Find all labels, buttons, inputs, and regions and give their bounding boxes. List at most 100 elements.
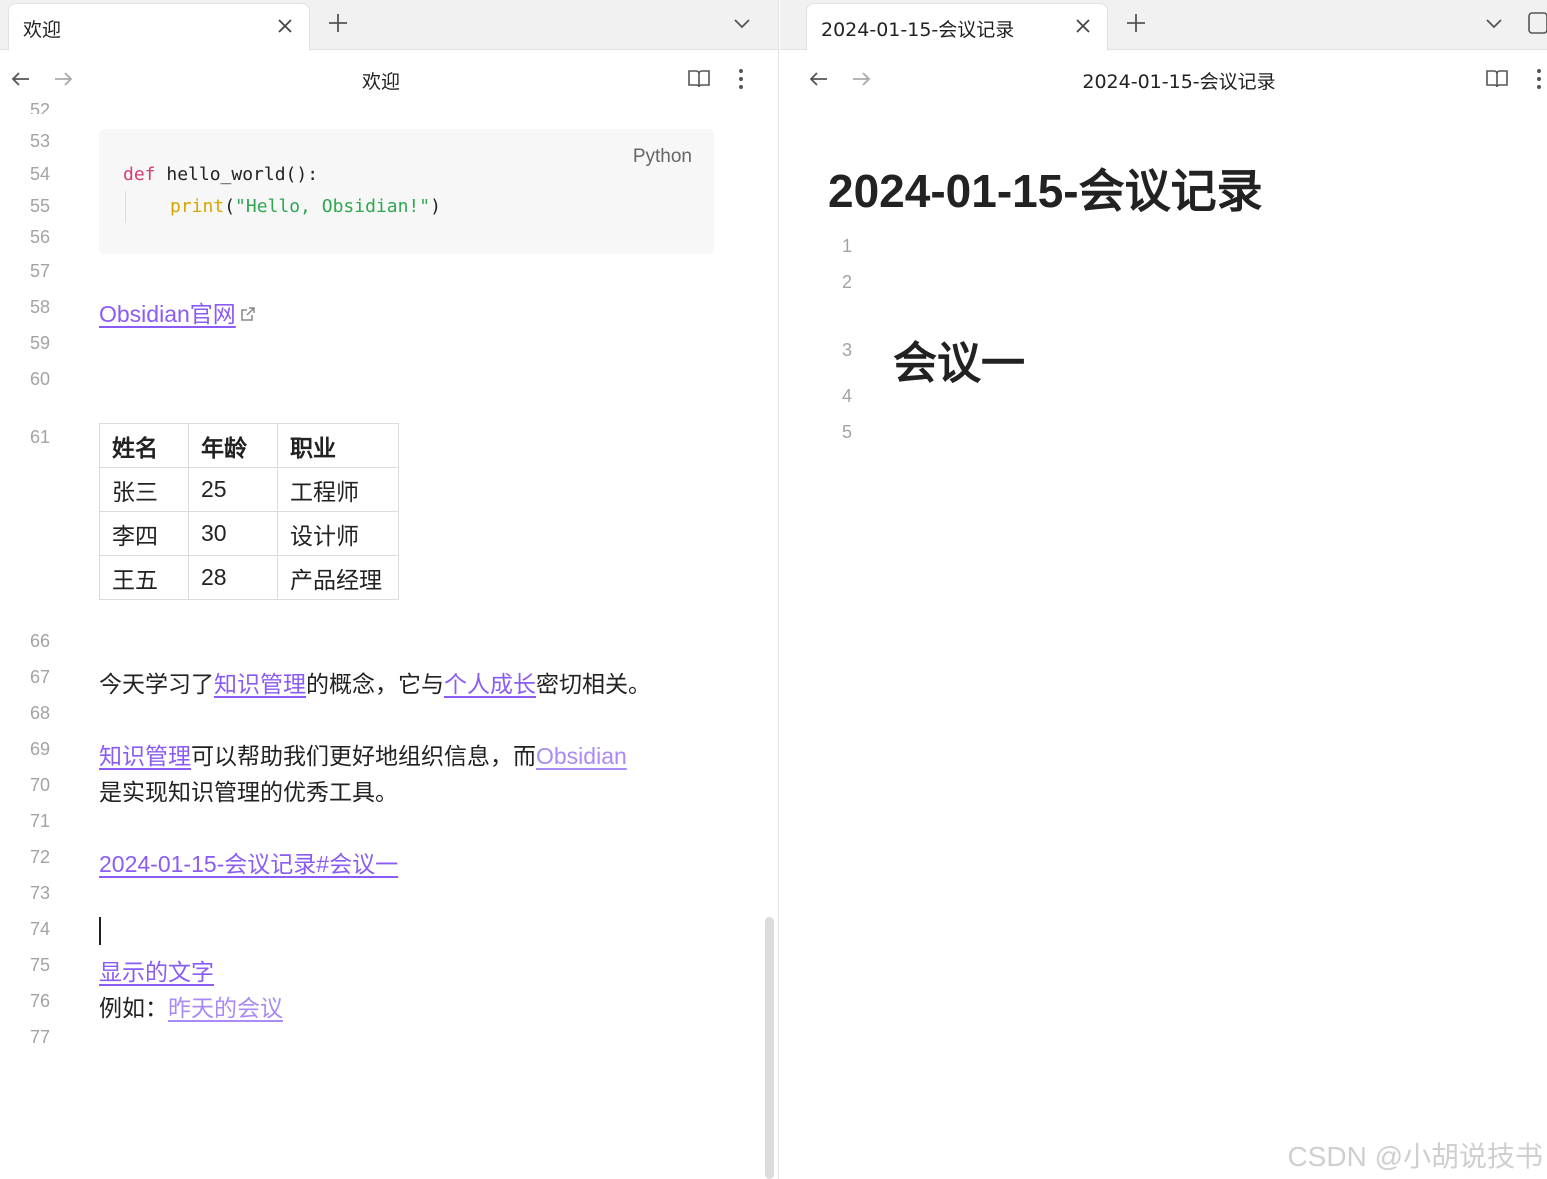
- line-number: 52: [30, 100, 51, 114]
- tab-title: 欢迎: [23, 19, 62, 41]
- view-header: 欢迎: [0, 51, 778, 107]
- table-cell[interactable]: 李四: [99, 511, 189, 556]
- note-title[interactable]: 2024-01-15-会议记录: [828, 155, 1263, 221]
- line-number: 2: [842, 272, 853, 292]
- line-number: 73: [30, 883, 51, 903]
- code-language-label: Python: [632, 146, 692, 167]
- editor-line: Obsidian官网: [99, 295, 258, 329]
- line-number: 58: [30, 297, 51, 317]
- tab-meeting-notes[interactable]: 2024-01-15-会议记录: [806, 3, 1108, 51]
- code-keyword: def: [123, 164, 156, 185]
- line-text: 的概念，它与: [306, 671, 444, 697]
- chevron-down-icon[interactable]: [729, 10, 755, 36]
- line-number: 57: [30, 261, 51, 281]
- line-number: 66: [30, 631, 51, 651]
- table-cell[interactable]: 王五: [99, 555, 189, 600]
- view-title: 2024-01-15-会议记录: [1082, 71, 1276, 93]
- line-number: 53: [30, 131, 51, 151]
- editor-line: 2024-01-15-会议记录#会议一: [99, 845, 398, 879]
- close-icon[interactable]: [274, 15, 296, 37]
- editor-line: 是实现知识管理的优秀工具。: [99, 779, 398, 805]
- table-header-cell[interactable]: 职业: [277, 423, 399, 468]
- line-number: 61: [30, 427, 51, 447]
- internal-link-knowledge-management[interactable]: 知识管理: [214, 671, 306, 697]
- editor-line: 例如：昨天的会议: [99, 989, 283, 1023]
- table-cell[interactable]: 张三: [99, 467, 189, 512]
- external-link-icon[interactable]: [238, 304, 258, 324]
- line-text: 密切相关。: [536, 671, 651, 697]
- internal-link-obsidian[interactable]: Obsidian: [536, 743, 627, 769]
- line-number: 70: [30, 775, 51, 795]
- editor-line: 知识管理可以帮助我们更好地组织信息，而Obsidian: [99, 737, 627, 771]
- line-number: 75: [30, 955, 51, 975]
- code-function: print: [170, 196, 225, 217]
- table-header-cell[interactable]: 姓名: [99, 423, 189, 468]
- table-row: 王五 28 产品经理: [99, 555, 399, 600]
- forward-arrow-icon[interactable]: [50, 66, 76, 92]
- close-icon[interactable]: [1072, 15, 1094, 37]
- internal-link-personal-growth[interactable]: 个人成长: [444, 671, 536, 697]
- line-number: 59: [30, 333, 51, 353]
- chevron-down-icon[interactable]: [1481, 10, 1507, 36]
- table-cell[interactable]: 28: [188, 555, 278, 600]
- alias-link-display-text[interactable]: 显示的文字: [99, 959, 214, 985]
- table-cell[interactable]: 30: [188, 511, 278, 556]
- line-number: 1: [842, 236, 853, 256]
- line-number: 72: [30, 847, 51, 867]
- line-number: 55: [30, 196, 51, 216]
- internal-link-knowledge-management[interactable]: 知识管理: [99, 743, 191, 769]
- text-cursor: [99, 917, 101, 945]
- table-header-row: 姓名 年龄 职业: [99, 423, 399, 468]
- tab-bar: 2024-01-15-会议记录: [780, 0, 1547, 51]
- back-arrow-icon[interactable]: [806, 66, 832, 92]
- line-number: 77: [30, 1027, 51, 1047]
- tab-welcome[interactable]: 欢迎: [8, 3, 310, 51]
- line-number: 69: [30, 739, 51, 759]
- markdown-table[interactable]: 姓名 年龄 职业 张三 25 工程师 李四 30 设计师 王五 28 产品经理: [99, 423, 399, 600]
- more-options-icon[interactable]: [728, 66, 754, 92]
- table-row: 张三 25 工程师: [99, 467, 399, 512]
- heading-link-meeting[interactable]: 2024-01-15-会议记录#会议一: [99, 851, 398, 877]
- left-editor-pane: 欢迎 欢迎 52 53 54 55 56 57 58 59 60 61 66 6…: [0, 0, 779, 1179]
- table-cell[interactable]: 25: [188, 467, 278, 512]
- editor-line: 今天学习了知识管理的概念，它与个人成长密切相关。: [99, 665, 651, 699]
- table-cell[interactable]: 产品经理: [277, 555, 399, 600]
- more-options-icon[interactable]: [1526, 66, 1547, 92]
- code-text: hello_world():: [155, 164, 319, 185]
- table-header-cell[interactable]: 年龄: [188, 423, 278, 468]
- table-cell[interactable]: 工程师: [277, 467, 399, 512]
- tab-bar: 欢迎: [0, 0, 778, 51]
- vertical-scrollbar[interactable]: [765, 917, 774, 1179]
- reading-view-book-icon[interactable]: [686, 66, 712, 92]
- right-editor-pane: 2024-01-15-会议记录 2024-01-15-会议记录 2024-01-…: [780, 0, 1547, 1179]
- code-paren: (: [224, 196, 236, 217]
- back-arrow-icon[interactable]: [8, 66, 34, 92]
- line-number: 71: [30, 811, 51, 831]
- tab-title: 2024-01-15-会议记录: [821, 19, 1015, 41]
- line-number: 4: [842, 386, 853, 406]
- sidebar-toggle-icon[interactable]: [1525, 10, 1547, 36]
- line-text: 例如：: [99, 995, 168, 1021]
- new-tab-icon[interactable]: [1121, 8, 1151, 38]
- line-text: 今天学习了: [99, 671, 214, 697]
- table-cell[interactable]: 设计师: [277, 511, 399, 556]
- heading-meeting-one[interactable]: 会议一: [893, 327, 1025, 391]
- line-number: 67: [30, 667, 51, 687]
- line-number: 76: [30, 991, 51, 1011]
- table-row: 李四 30 设计师: [99, 511, 399, 556]
- view-title: 欢迎: [361, 71, 401, 93]
- indent-guide: [125, 191, 126, 223]
- line-number: 54: [30, 164, 51, 184]
- line-number: 56: [30, 227, 51, 247]
- line-number: 68: [30, 703, 51, 723]
- line-number: 3: [842, 340, 853, 360]
- new-tab-icon[interactable]: [323, 8, 353, 38]
- editor-line: 显示的文字: [99, 953, 214, 987]
- code-block[interactable]: Python def hello_world(): print("Hello, …: [99, 129, 714, 254]
- alias-link-yesterday-meeting[interactable]: 昨天的会议: [168, 995, 283, 1021]
- forward-arrow-icon[interactable]: [848, 66, 874, 92]
- code-line: print("Hello, Obsidian!"): [170, 196, 441, 217]
- reading-view-book-icon[interactable]: [1484, 66, 1510, 92]
- line-number: 5: [842, 422, 853, 442]
- external-link-obsidian[interactable]: Obsidian官网: [99, 301, 236, 327]
